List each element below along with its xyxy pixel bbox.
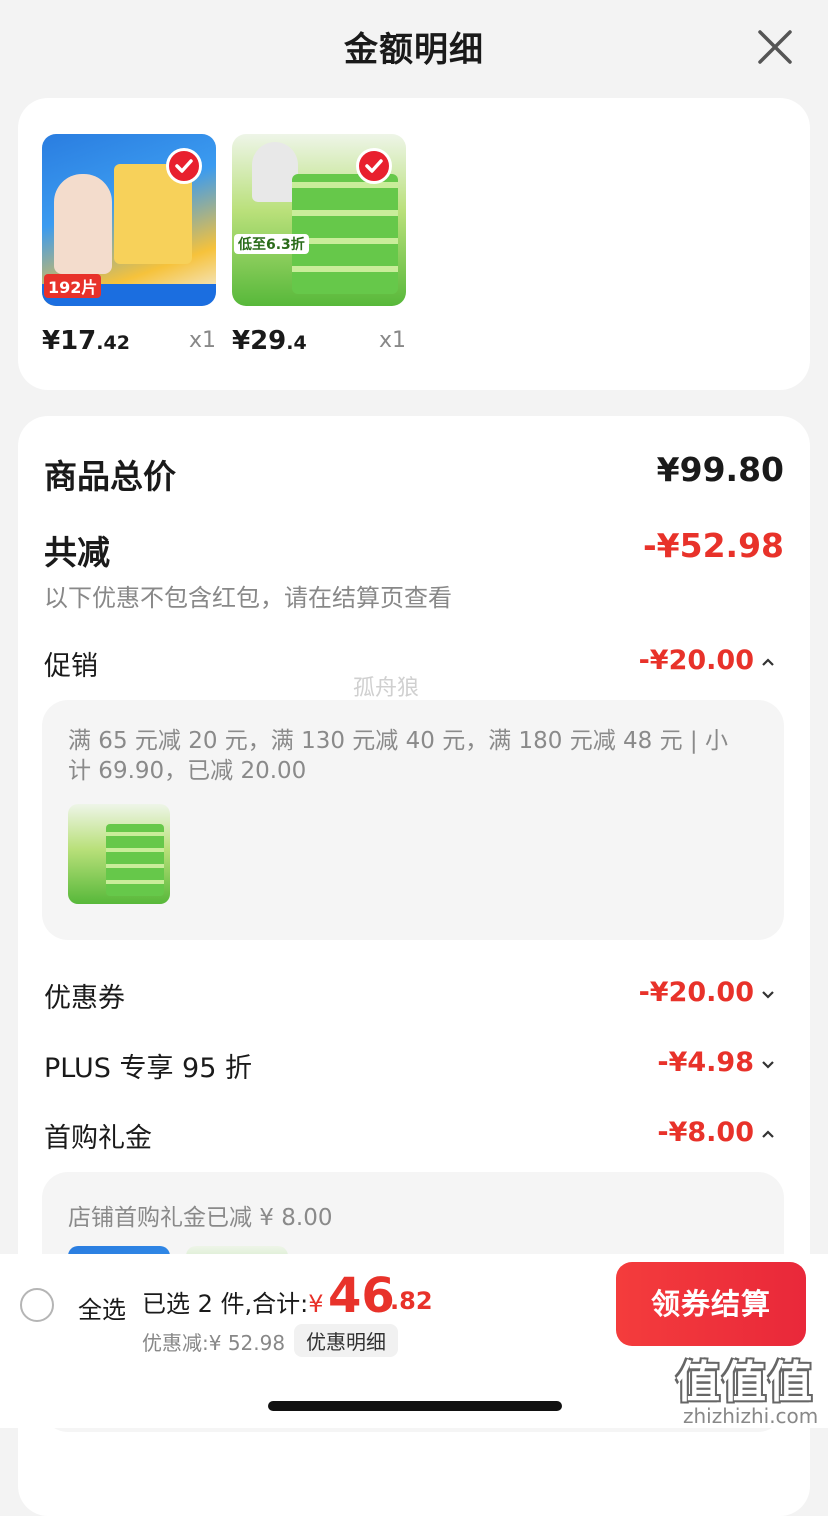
watermark: 孤舟狼: [353, 676, 420, 701]
product-qty: x1: [378, 328, 406, 353]
site-url: zhizhizhi.com: [683, 1404, 819, 1428]
product-badge: 低至6.3折: [234, 234, 309, 254]
product-item[interactable]: 低至6.3折 ¥29.4 x1: [232, 134, 406, 356]
promo-desc: 满 65 元减 20 元，满 130 元减 40 元，满 180 元减 48 元…: [68, 728, 728, 784]
site-logo: 值值值: [676, 1357, 814, 1408]
checkout-button[interactable]: 领券结算: [616, 1262, 806, 1346]
product-badge: 192片: [44, 274, 102, 298]
home-indicator[interactable]: [268, 1401, 562, 1411]
chevron-up-icon[interactable]: [758, 1124, 778, 1144]
total-decimal: .82: [390, 1287, 433, 1315]
promo-detail-box: 满 65 元减 20 元，满 130 元减 40 元，满 180 元减 48 元…: [42, 700, 784, 940]
promo-product-thumb[interactable]: [68, 804, 170, 904]
currency-symbol: ¥: [308, 1290, 324, 1318]
checked-icon[interactable]: [356, 148, 392, 184]
chevron-down-icon[interactable]: [758, 1054, 778, 1074]
plus-discount-value[interactable]: -¥4.98: [657, 1047, 754, 1078]
product-price: ¥29.4: [232, 326, 307, 356]
total-price-label: 商品总价: [44, 457, 176, 496]
price-decimal: .42: [96, 332, 130, 354]
first-buy-value[interactable]: -¥8.00: [657, 1117, 754, 1148]
chevron-up-icon[interactable]: [758, 652, 778, 672]
reduce-value: -¥52.98: [642, 526, 784, 565]
price-integer: ¥17: [42, 326, 97, 356]
promo-label[interactable]: 促销: [44, 644, 98, 683]
selected-text: 已选 2 件,合计:: [142, 1290, 309, 1318]
checked-icon[interactable]: [166, 148, 202, 184]
discount-detail-link[interactable]: 优惠明细: [294, 1324, 398, 1357]
select-all-radio[interactable]: [20, 1288, 54, 1322]
product-item[interactable]: 192片 ¥17.42 x1: [42, 134, 216, 356]
total-integer: 46: [328, 1268, 395, 1324]
model-figure: [54, 174, 112, 274]
selected-summary: 已选 2 件,合计:¥: [142, 1284, 324, 1319]
chevron-down-icon[interactable]: [758, 984, 778, 1004]
price-decimal: .4: [286, 332, 307, 354]
close-icon[interactable]: [752, 24, 798, 70]
thumb-pack: [106, 824, 164, 896]
discount-note: 以下优惠不包含红包，请在结算页查看: [44, 584, 452, 612]
coupon-label[interactable]: 优惠券: [44, 976, 125, 1015]
first-buy-label[interactable]: 首购礼金: [44, 1116, 152, 1155]
coupon-value[interactable]: -¥20.00: [639, 977, 754, 1008]
product-image[interactable]: 192片: [42, 134, 216, 306]
reduce-label: 共减: [44, 533, 110, 572]
products-card: 192片 ¥17.42 x1 低至6.3折 ¥29.4 x1: [18, 98, 810, 390]
price-integer: ¥29: [232, 326, 287, 356]
discount-total: 优惠减:¥ 52.98: [142, 1331, 286, 1355]
product-pack: [292, 174, 398, 294]
total-price-value: ¥99.80: [656, 450, 784, 489]
bottom-checkout-bar: 全选 已选 2 件,合计:¥ 46 .82 优惠减:¥ 52.98 优惠明细 领…: [0, 1254, 828, 1428]
sheet-title: 金额明细: [344, 30, 484, 70]
product-price: ¥17.42: [42, 326, 130, 356]
select-all-label[interactable]: 全选: [78, 1290, 126, 1325]
promo-value[interactable]: -¥20.00: [639, 645, 754, 676]
product-image[interactable]: 低至6.3折: [232, 134, 406, 306]
sheet-header: 金额明细: [0, 0, 828, 96]
plus-discount-label[interactable]: PLUS 专享 95 折: [44, 1046, 252, 1085]
product-qty: x1: [188, 328, 216, 353]
first-buy-desc: 店铺首购礼金已减 ¥ 8.00: [68, 1205, 333, 1231]
